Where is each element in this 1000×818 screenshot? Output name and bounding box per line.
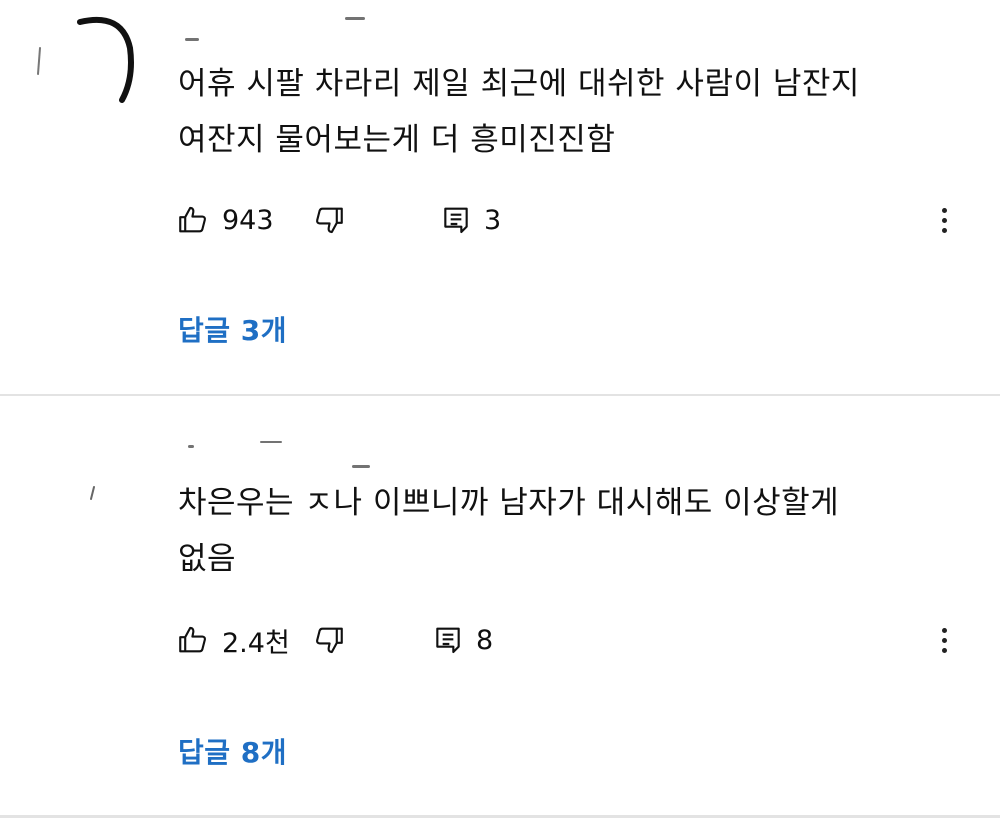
reply-button[interactable]: 8 [432,618,493,662]
thumbs-down-icon [312,203,346,237]
comment-item: 어휴 시팔 차라리 제일 최근에 대쉬한 사람이 남잔지 여잔지 물어보는게 더… [0,0,1000,394]
author-name-redacted [188,445,194,448]
comment-icon [440,204,472,236]
reply-button[interactable]: 3 [440,198,501,242]
author-name-redacted [352,465,370,468]
reply-count: 8 [476,624,494,656]
comment-text: 어휴 시팔 차라리 제일 최근에 대쉬한 사람이 남잔지 여잔지 물어보는게 더… [178,56,948,168]
comment-text-line: 여잔지 물어보는게 더 흥미진진함 [178,122,616,158]
like-count: 2.4천 [222,627,290,659]
comment-actions: 943 3 [176,198,976,242]
comment-text-line: 차은우는 ㅈ나 이쁘니까 남자가 대시해도 이상할게 [178,485,840,521]
comment-actions: 2.4천 8 [176,618,976,662]
thumbs-up-icon [176,623,210,657]
comment-text: 차은우는 ㅈ나 이쁘니까 남자가 대시해도 이상할게 없음 [178,475,948,587]
thumbs-up-icon [176,203,210,237]
comment-text-line: 없음 [178,541,237,577]
dislike-button[interactable] [312,618,432,662]
more-vert-icon[interactable] [926,622,962,658]
avatar[interactable] [30,8,150,118]
reply-count: 3 [484,204,502,236]
comment-icon [432,624,464,656]
divider [0,394,1000,396]
comment-text-line: 어휴 시팔 차라리 제일 최근에 대쉬한 사람이 남잔지 [178,66,860,102]
author-name-redacted [345,17,365,20]
like-count: 943 [222,204,274,236]
like-button[interactable]: 943 [176,198,312,242]
avatar[interactable] [30,427,150,537]
thumbs-down-icon [312,623,346,657]
view-replies-link[interactable]: 답글 8개 [178,731,287,771]
dislike-button[interactable] [312,198,440,242]
like-button[interactable]: 2.4천 [176,618,312,662]
comment-item: 차은우는 ㅈ나 이쁘니까 남자가 대시해도 이상할게 없음 2.4천 8 답글 … [0,397,1000,815]
view-replies-link[interactable]: 답글 3개 [178,309,287,349]
author-name-redacted [260,441,282,443]
author-name-redacted [185,38,199,41]
more-vert-icon[interactable] [926,202,962,238]
